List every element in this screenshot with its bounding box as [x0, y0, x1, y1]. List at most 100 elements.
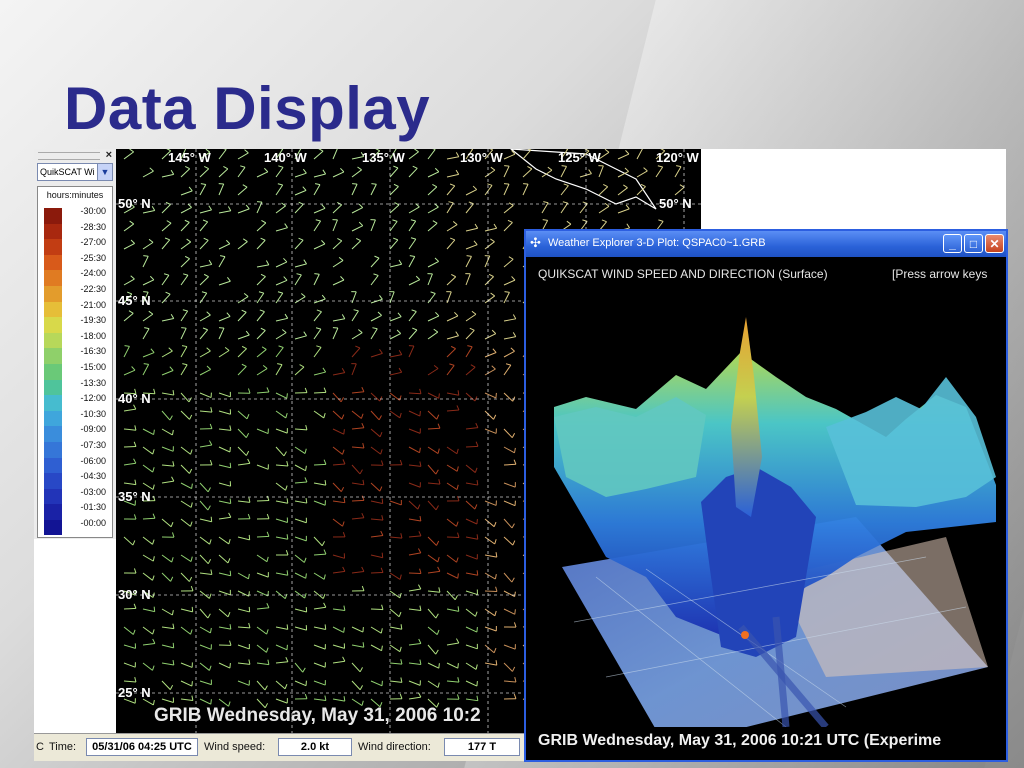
wind-barb: [218, 243, 231, 250]
wind-barb: [503, 482, 516, 488]
wind-barb: [199, 368, 211, 376]
wind-barb: [294, 366, 305, 376]
wind-barb-flag: [207, 505, 211, 511]
wind-barb-flag: [419, 516, 422, 522]
wind-barb-flag: [513, 459, 517, 465]
wind-barb-flag: [323, 412, 326, 419]
wind-barb-flag: [153, 388, 156, 394]
wind-barb-flag: [494, 610, 497, 616]
wind-barb-flag: [264, 685, 268, 691]
wind-barb-flag: [513, 693, 517, 699]
wind-barb-flag: [468, 201, 474, 205]
wind-barb: [237, 536, 250, 541]
wind-speed-field[interactable]: 2.0 kt: [278, 738, 352, 756]
surface-plot[interactable]: [526, 257, 1006, 727]
wind-barb: [275, 167, 284, 178]
wind-barb: [161, 370, 174, 376]
wind-barb: [142, 662, 153, 671]
wind-barb-flag: [457, 606, 460, 612]
legend-swatch: [44, 457, 62, 474]
minimize-button[interactable]: _: [943, 234, 962, 253]
wind-barb: [199, 644, 212, 650]
wind-barb: [275, 482, 286, 491]
window-title: Weather Explorer 3-D Plot: QSPAC0~1.GRB: [548, 237, 766, 249]
wind-barb: [389, 316, 402, 322]
wind-barb: [123, 428, 136, 431]
wind-barb: [674, 186, 685, 196]
wind-barb: [313, 644, 326, 650]
wind-barb: [237, 626, 251, 629]
wind-barb-flag: [278, 165, 284, 168]
color-legend: hours:minutes -30:00 -28:30 -27:00 -25:30 -2…: [37, 186, 113, 538]
wind-barb-flag: [399, 412, 402, 418]
wind-barb-flag: [323, 549, 327, 555]
close-button[interactable]: ✕: [985, 234, 1004, 253]
wind-barb: [256, 311, 265, 322]
wind-barb: [617, 187, 628, 196]
wind-barb: [237, 152, 249, 160]
panel-grip[interactable]: [38, 152, 100, 160]
wind-barb: [522, 183, 529, 196]
wind-barb: [408, 588, 421, 592]
legend-swatch: [44, 473, 62, 489]
wind-barb: [237, 662, 250, 665]
wind-barb: [237, 500, 250, 503]
wind-barb: [294, 263, 307, 268]
wind-barb: [161, 222, 172, 232]
wind-barb-flag: [227, 206, 232, 212]
wind-barb: [446, 276, 457, 286]
wind-barb-flag: [245, 450, 250, 456]
wind-barb-flag: [152, 629, 155, 635]
wind-barb: [180, 464, 190, 474]
wind-barb-flag: [361, 585, 365, 591]
wind-barb: [408, 256, 416, 268]
wind-barb-flag: [340, 167, 345, 173]
wind-barb: [503, 608, 516, 615]
wind-barb-flag: [352, 183, 358, 185]
window-titlebar[interactable]: ✣ Weather Explorer 3-D Plot: QSPAC0~1.GR…: [526, 231, 1006, 257]
longitude-label: 135° W: [362, 150, 405, 165]
wind-barb: [465, 482, 478, 486]
wind-barb: [142, 170, 154, 178]
wind-barb-flag: [476, 681, 478, 687]
wind-barb: [370, 314, 382, 322]
wind-barb-flag: [166, 220, 172, 224]
legend-swatch: [44, 395, 62, 411]
wind-barb-flag: [133, 568, 137, 574]
wind-barb-flag: [227, 558, 231, 564]
wind-barb: [123, 626, 134, 635]
wind-barb: [199, 518, 212, 523]
wind-barb: [199, 276, 209, 286]
wind-barb: [313, 572, 325, 580]
chevron-down-icon[interactable]: ▼: [97, 164, 112, 180]
wind-barb-flag: [437, 423, 441, 429]
wind-direction-field[interactable]: 177 T: [444, 738, 520, 756]
wind-barb-flag: [488, 273, 494, 278]
wind-barb: [256, 292, 265, 304]
wind-barb: [199, 626, 211, 634]
wind-barb: [370, 392, 381, 402]
wind-barb: [598, 205, 610, 214]
wind-barb: [503, 279, 516, 286]
wind-barb: [465, 608, 476, 617]
wind-barb-flag: [210, 699, 212, 705]
wind-barb: [351, 446, 364, 449]
wind-barb-flag: [323, 459, 327, 465]
wind-barb: [199, 500, 209, 511]
wind-barb: [161, 446, 174, 452]
maximize-button[interactable]: □: [964, 234, 983, 253]
wind-barb-flag: [304, 593, 307, 599]
wind-barb: [484, 428, 497, 434]
wind-barb-flag: [419, 388, 422, 394]
wind-barb: [332, 279, 345, 286]
legend-label: -10:30: [80, 408, 106, 419]
wind-barb: [313, 173, 326, 178]
wind-barb: [370, 482, 381, 492]
wind-barb: [389, 354, 402, 358]
wind-barb: [503, 350, 515, 358]
time-field[interactable]: 05/31/06 04:25 UTC: [86, 738, 198, 756]
wind-barb-flag: [284, 223, 288, 228]
close-icon[interactable]: ×: [106, 149, 112, 161]
dataset-select[interactable]: QuikSCAT Wi ▼: [37, 163, 113, 181]
wind-barb: [484, 352, 497, 358]
